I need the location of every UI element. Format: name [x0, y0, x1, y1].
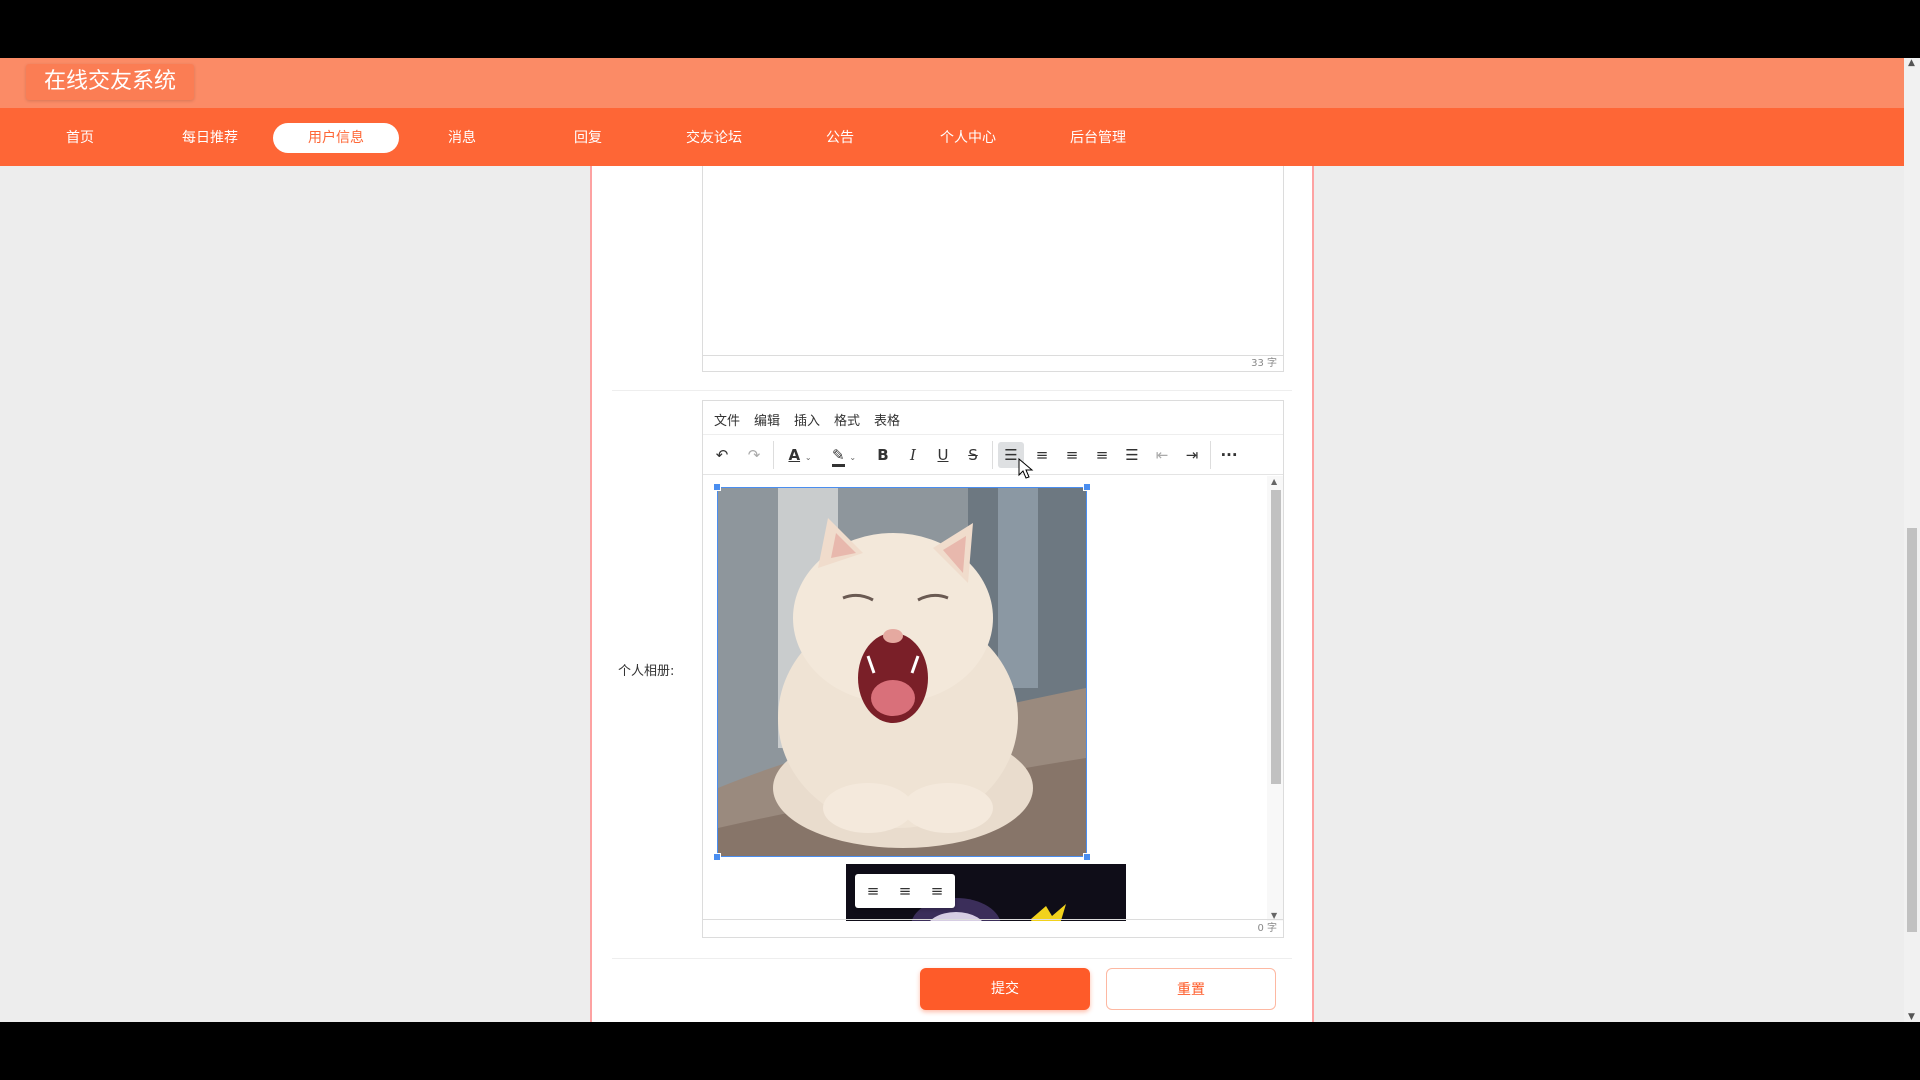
bold-icon[interactable]: B: [870, 442, 896, 468]
editor-menubar: 文件 编辑 插入 格式 表格: [703, 401, 1283, 435]
align-right-icon[interactable]: ≡: [1089, 442, 1115, 468]
align-center-icon[interactable]: ≡: [1059, 442, 1085, 468]
resize-handle-bottom-left[interactable]: [713, 853, 721, 861]
intro-editor[interactable]: 33 字: [702, 166, 1284, 372]
album-editor-word-count: 0 字: [703, 919, 1283, 937]
album-editor: 文件 编辑 插入 格式 表格 ↶ ↷ A ⌄ ✎ ⌄ B I U S ☰ ≡ ≡…: [702, 400, 1284, 938]
italic-icon[interactable]: I: [900, 442, 926, 468]
resize-handle-top-left[interactable]: [713, 483, 721, 491]
screen: 在线交友系统 首页 每日推荐 用户信息 消息 回复 交友论坛 公告 个人中心 后…: [0, 0, 1920, 1080]
nav-item-personal-center[interactable]: 个人中心: [918, 123, 1018, 153]
outdent-icon[interactable]: ⇤: [1149, 442, 1175, 468]
indent-icon[interactable]: ⇥: [1179, 442, 1205, 468]
redo-icon[interactable]: ↷: [741, 442, 767, 468]
menu-format[interactable]: 格式: [834, 410, 860, 429]
nav-item-home[interactable]: 首页: [40, 123, 120, 153]
selected-cat-photo[interactable]: [713, 483, 1091, 861]
menu-edit[interactable]: 编辑: [754, 410, 780, 429]
menu-insert[interactable]: 插入: [794, 410, 820, 429]
main-nav: 首页 每日推荐 用户信息 消息 回复 交友论坛 公告 个人中心 后台管理: [0, 108, 1904, 166]
image-align-center-icon[interactable]: ≡: [892, 878, 918, 904]
image-align-right-icon[interactable]: ≡: [924, 878, 950, 904]
image-align-toolbar: ≡ ≡ ≡: [855, 874, 955, 908]
nav-item-user-info[interactable]: 用户信息: [273, 123, 399, 153]
submit-button[interactable]: 提交: [920, 968, 1090, 1010]
nav-item-forum[interactable]: 交友论坛: [664, 123, 764, 153]
more-icon[interactable]: ···: [1216, 442, 1242, 468]
editor-scrollbar[interactable]: ▲ ▼: [1267, 476, 1283, 921]
editor-toolbar: ↶ ↷ A ⌄ ✎ ⌄ B I U S ☰ ≡ ≡ ≡ ☰ ⇤ ⇥ ···: [703, 435, 1283, 475]
header-top-bar: 在线交友系统: [0, 58, 1904, 108]
page-scroll-down-icon[interactable]: ▼: [1908, 1012, 1915, 1022]
toolbar-separator: [1210, 441, 1211, 469]
menu-table[interactable]: 表格: [874, 410, 900, 429]
page-scroll-up-icon[interactable]: ▲: [1908, 58, 1915, 68]
site-logo-title[interactable]: 在线交友系统: [26, 64, 195, 100]
underline-icon[interactable]: U: [930, 442, 956, 468]
strikethrough-icon[interactable]: S: [960, 442, 986, 468]
nav-item-announcements[interactable]: 公告: [800, 123, 880, 153]
scroll-up-arrow-icon[interactable]: ▲: [1271, 477, 1277, 486]
resize-handle-bottom-right[interactable]: [1083, 853, 1091, 861]
letterbox-bottom: [0, 1022, 1920, 1080]
editor-scroll-thumb[interactable]: [1271, 490, 1281, 784]
mouse-cursor-icon: [1018, 458, 1034, 479]
image-align-left-icon[interactable]: ≡: [860, 878, 886, 904]
reset-button[interactable]: 重置: [1106, 968, 1276, 1010]
nav-item-daily-recommend[interactable]: 每日推荐: [160, 123, 260, 153]
letterbox-top: [0, 0, 1920, 58]
form-divider: [612, 390, 1292, 391]
text-color-icon[interactable]: A ⌄: [779, 442, 821, 468]
nav-item-replies[interactable]: 回复: [548, 123, 628, 153]
resize-handle-top-right[interactable]: [1083, 483, 1091, 491]
browser-viewport: 在线交友系统 首页 每日推荐 用户信息 消息 回复 交友论坛 公告 个人中心 后…: [0, 58, 1904, 1022]
album-edit-area[interactable]: ≡ ≡ ≡: [703, 476, 1269, 921]
highlight-color-icon[interactable]: ✎ ⌄: [823, 442, 865, 468]
undo-icon[interactable]: ↶: [709, 442, 735, 468]
cat-photo: [718, 488, 1086, 856]
intro-editor-word-count: 33 字: [703, 355, 1283, 371]
nav-item-admin[interactable]: 后台管理: [1048, 123, 1148, 153]
site-header: 在线交友系统 首页 每日推荐 用户信息 消息 回复 交友论坛 公告 个人中心 后…: [0, 58, 1904, 166]
toolbar-separator: [992, 441, 993, 469]
form-card: 33 字 个人相册: 文件 编辑 插入 格式 表格 ↶ ↷ A ⌄ ✎ ⌄ B …: [590, 166, 1314, 1022]
form-divider: [612, 958, 1292, 959]
menu-file[interactable]: 文件: [714, 410, 740, 429]
align-justify-icon[interactable]: ☰: [1119, 442, 1145, 468]
nav-item-messages[interactable]: 消息: [422, 123, 502, 153]
page-scroll-thumb[interactable]: [1907, 528, 1917, 932]
page-scrollbar[interactable]: ▲ ▼: [1904, 58, 1920, 1022]
toolbar-separator: [773, 441, 774, 469]
album-label: 个人相册:: [618, 664, 675, 679]
